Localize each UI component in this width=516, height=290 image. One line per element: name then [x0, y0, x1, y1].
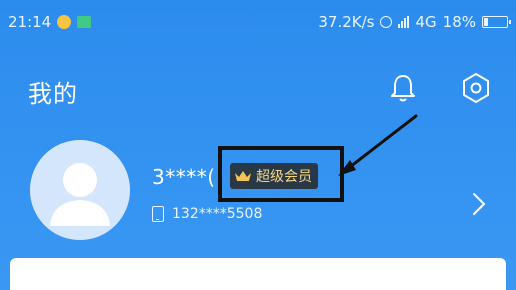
- battery-icon: [482, 16, 511, 28]
- phone-number: 132****5508: [172, 206, 263, 222]
- chevron-right-icon[interactable]: [470, 190, 488, 218]
- status-left: 21:14: [8, 13, 92, 31]
- wechat-notification-icon: [77, 16, 92, 28]
- network-type: 4G: [415, 13, 437, 31]
- status-right: 37.2K/s 4G 18%: [318, 13, 511, 31]
- user-name[interactable]: 3****(: [152, 165, 216, 189]
- avatar[interactable]: [30, 140, 130, 240]
- settings-icon[interactable]: [460, 72, 492, 104]
- header: 我的: [0, 60, 516, 116]
- signal-icon: [398, 16, 410, 28]
- app-notification-icon: [57, 15, 72, 29]
- app-screen: 21:14 37.2K/s 4G 18% 我的 3****(超级会员 132*…: [0, 0, 516, 290]
- page-title: 我的: [28, 80, 78, 108]
- phone-row: 132****5508: [152, 206, 262, 222]
- phone-icon: [152, 206, 164, 222]
- status-time: 21:14: [8, 13, 52, 31]
- user-avatar-icon: [30, 140, 130, 240]
- content-card: [10, 258, 506, 290]
- bell-icon[interactable]: [388, 72, 418, 104]
- network-speed: 37.2K/s: [318, 13, 375, 31]
- alarm-icon: [380, 16, 393, 28]
- status-bar: 21:14 37.2K/s 4G 18%: [0, 0, 516, 44]
- arrow-annotation-icon: [338, 114, 418, 176]
- battery-percent: 18%: [442, 13, 476, 31]
